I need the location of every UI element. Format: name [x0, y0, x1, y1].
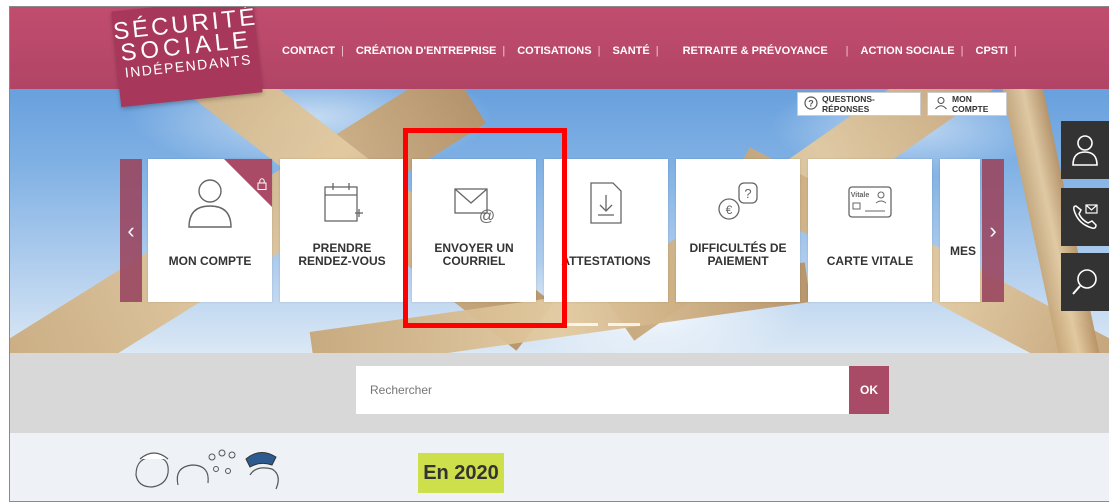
account-label: MON COMPTE — [952, 94, 989, 114]
faq-button[interactable]: ? QUESTIONS-RÉPONSES — [797, 92, 921, 116]
carousel-prev-button[interactable]: ‹ — [120, 159, 142, 302]
carousel-dot[interactable] — [566, 323, 598, 326]
phone-mail-icon — [1073, 204, 1098, 229]
people-illustration — [135, 449, 279, 490]
svg-text:?: ? — [808, 98, 814, 108]
card-label: MON COMPTE — [168, 254, 252, 268]
card-mon-compte[interactable]: MON COMPTE — [148, 159, 272, 302]
nav-separator: | — [845, 45, 849, 57]
chevron-right-icon: › — [989, 217, 997, 243]
account-button[interactable]: MON COMPTE — [927, 92, 1007, 116]
card-carte-vitale[interactable]: Vitale CARTE VITALE — [808, 159, 932, 302]
nav-separator: | — [597, 45, 601, 57]
carousel-pagination — [566, 323, 640, 326]
card-label: ATTESTATIONS — [561, 254, 651, 268]
news-section: En 2020 — [10, 433, 1109, 501]
nav-cotisations[interactable]: COTISATIONS — [517, 45, 591, 57]
nav-sante[interactable]: SANTÉ — [612, 45, 649, 57]
nav-retraite-prevoyance[interactable]: RETRAITE & PRÉVOYANCE — [683, 45, 828, 57]
faq-label: QUESTIONS-RÉPONSES — [822, 94, 875, 114]
search-input[interactable] — [356, 366, 849, 414]
card-partial[interactable]: MES — [940, 159, 980, 302]
nav-separator: | — [502, 45, 506, 57]
nav-cpsti[interactable]: CPSTI — [976, 45, 1008, 57]
site-logo[interactable]: SÉCURITÉ SOCIALE INDÉPENDANTS — [111, 7, 263, 108]
browser-viewport: CONTACT | CRÉATION D'ENTREPRISE | COTISATI… — [9, 6, 1109, 502]
main-nav: CONTACT | CRÉATION D'ENTREPRISE | COTISATI… — [282, 45, 1029, 57]
user-icon — [934, 96, 948, 113]
download-document-icon — [590, 182, 622, 224]
search-icon — [1072, 269, 1097, 295]
search-band: OK — [10, 353, 1109, 433]
svg-text:€: € — [726, 203, 733, 217]
user-icon — [1072, 135, 1098, 166]
euro-question-icon: €? — [718, 182, 758, 220]
question-circle-icon: ? — [804, 95, 818, 113]
card-label: PRENDRE RENDEZ-VOUS — [298, 241, 386, 268]
side-search-button[interactable] — [1061, 253, 1109, 311]
year-badge: En 2020 — [418, 453, 504, 493]
nav-separator: | — [960, 45, 964, 57]
carousel-dot[interactable] — [608, 323, 640, 326]
side-account-button[interactable] — [1061, 121, 1109, 179]
chevron-left-icon: ‹ — [127, 217, 135, 243]
vitale-card-text: Vitale — [851, 192, 870, 199]
nav-creation-entreprise[interactable]: CRÉATION D'ENTREPRISE — [356, 45, 497, 57]
nav-contact[interactable]: CONTACT — [282, 45, 335, 57]
search-ok-button[interactable]: OK — [849, 366, 889, 414]
svg-text:?: ? — [744, 186, 751, 201]
carousel-next-button[interactable]: › — [982, 159, 1004, 302]
side-contact-button[interactable] — [1061, 188, 1109, 246]
nav-separator: | — [655, 45, 659, 57]
vitale-card-icon: Vitale — [848, 186, 892, 218]
card-label: DIFFICULTÉS DE PAIEMENT — [689, 241, 787, 268]
card-difficultes-paiement[interactable]: €? DIFFICULTÉS DE PAIEMENT — [676, 159, 800, 302]
nav-separator: | — [1013, 45, 1017, 57]
nav-separator: | — [340, 45, 344, 57]
card-label: CARTE VITALE — [826, 254, 914, 268]
card-prendre-rendez-vous[interactable]: PRENDRE RENDEZ-VOUS — [280, 159, 404, 302]
highlight-box — [403, 128, 567, 328]
calendar-icon — [324, 183, 363, 222]
lock-icon — [257, 162, 267, 193]
nav-action-sociale[interactable]: ACTION SOCIALE — [861, 45, 955, 57]
card-label: MES — [950, 244, 977, 258]
